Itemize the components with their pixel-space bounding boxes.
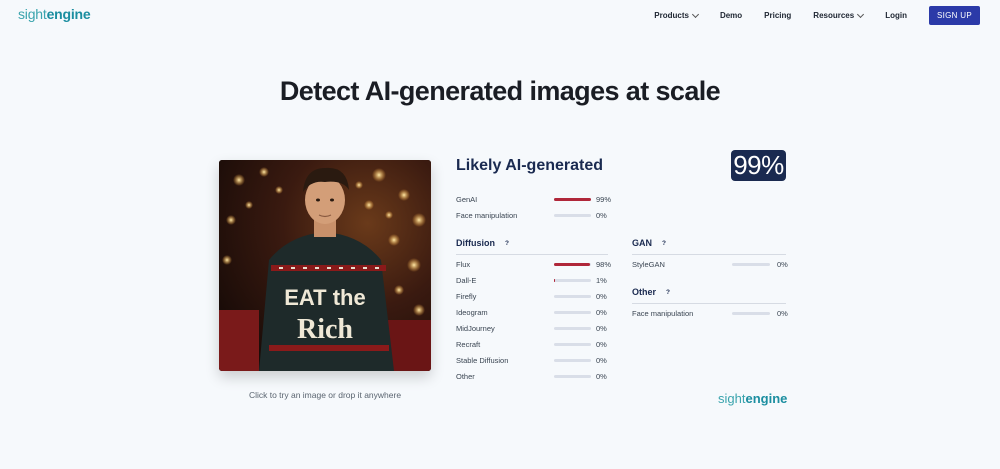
- score-bar: [732, 263, 770, 266]
- diffusion-row: MidJourney 0%: [456, 323, 616, 335]
- nav-resources-label: Resources: [813, 11, 855, 20]
- score-pct: 0%: [596, 324, 607, 333]
- top-nav: sightengine Products Demo Pricing Resour…: [0, 0, 1000, 30]
- nav-products[interactable]: Products: [654, 10, 699, 20]
- nav-products-label: Products: [654, 11, 689, 20]
- diffusion-label: Other: [456, 372, 475, 381]
- score-pct: 0%: [777, 260, 788, 269]
- other-row: Face manipulation 0%: [632, 308, 792, 320]
- diffusion-row: Other 0%: [456, 371, 616, 383]
- score-bar: [554, 198, 591, 201]
- diffusion-label: Ideogram: [456, 308, 488, 317]
- nav-pricing[interactable]: Pricing: [764, 11, 791, 20]
- score-bar: [554, 311, 591, 314]
- score-bar: [554, 375, 591, 378]
- dropzone-caption[interactable]: Click to try an image or drop it anywher…: [219, 390, 431, 400]
- help-icon[interactable]: ?: [505, 240, 509, 247]
- diffusion-row: Firefly 0%: [456, 291, 616, 303]
- section-other-title: Other: [632, 287, 657, 297]
- diffusion-label: Recraft: [456, 340, 481, 349]
- diffusion-row: Dall-E 1%: [456, 275, 616, 287]
- score-pct: 98%: [596, 260, 612, 269]
- score-bar: [554, 343, 591, 346]
- nav-demo[interactable]: Demo: [720, 11, 742, 20]
- diffusion-label: Flux: [456, 260, 471, 269]
- sightengine-logo[interactable]: sightengine: [18, 6, 91, 22]
- section-diffusion-title: Diffusion: [456, 238, 495, 248]
- summary-label: Face manipulation: [456, 211, 518, 220]
- summary-label: GenAI: [456, 195, 478, 204]
- score-pct: 0%: [777, 309, 788, 318]
- section-divider: [456, 254, 608, 255]
- result-title: Likely AI-generated: [456, 157, 604, 174]
- help-icon[interactable]: ?: [666, 289, 670, 296]
- diffusion-row: Flux 98%: [456, 259, 616, 271]
- score-bar: [732, 312, 770, 315]
- nav-resources[interactable]: Resources: [813, 10, 865, 20]
- section-other: Other ?: [632, 287, 670, 297]
- score-bar: [554, 295, 591, 298]
- score-pct: 0%: [596, 292, 607, 301]
- summary-row: GenAI 99%: [456, 194, 616, 206]
- diffusion-label: Dall-E: [456, 276, 477, 285]
- other-label: Face manipulation: [632, 309, 694, 318]
- section-divider: [632, 303, 786, 304]
- diffusion-label: Firefly: [456, 292, 477, 301]
- score-bar: [554, 279, 591, 282]
- logo-part-engine: engine: [745, 391, 788, 406]
- sweater-text-line2: Rich: [297, 314, 353, 345]
- page-title: Detect AI-generated images at scale: [279, 76, 721, 106]
- logo-part-sight: sight: [718, 391, 746, 406]
- logo-part-sight: sight: [18, 6, 47, 22]
- footer-logo[interactable]: sightengine: [718, 391, 787, 406]
- score-pct: 0%: [596, 211, 607, 220]
- score-bar: [554, 359, 591, 362]
- section-diffusion: Diffusion ?: [456, 238, 509, 248]
- diffusion-row: Recraft 0%: [456, 339, 616, 351]
- score-pct: 1%: [596, 276, 607, 285]
- demo-image: EAT the Rich: [219, 160, 431, 371]
- score-bar: [554, 214, 591, 217]
- score-pct: 0%: [596, 308, 607, 317]
- score-bar: [554, 263, 591, 266]
- score-pct: 0%: [596, 372, 607, 381]
- score-bar-fill: [554, 198, 591, 201]
- score-pct: 0%: [596, 356, 607, 365]
- section-gan: GAN ?: [632, 238, 666, 248]
- score-bar: [554, 327, 591, 330]
- score-pct: 0%: [596, 340, 607, 349]
- diffusion-label: Stable Diffusion: [456, 356, 509, 365]
- diffusion-row: Ideogram 0%: [456, 307, 616, 319]
- score-bar-fill: [554, 263, 591, 266]
- nav-login[interactable]: Login: [885, 11, 907, 20]
- score-pct: 99%: [596, 195, 612, 204]
- signup-button[interactable]: SIGN UP: [929, 6, 980, 25]
- logo-part-engine: engine: [46, 6, 91, 22]
- section-gan-title: GAN: [632, 238, 652, 248]
- summary-row: Face manipulation 0%: [456, 210, 616, 222]
- help-icon[interactable]: ?: [662, 240, 666, 247]
- diffusion-row: Stable Diffusion 0%: [456, 355, 616, 367]
- diffusion-label: MidJourney: [456, 324, 495, 333]
- score-badge: 99%: [731, 150, 786, 181]
- gan-row: StyleGAN 0%: [632, 259, 792, 271]
- gan-label: StyleGAN: [632, 260, 665, 269]
- nav-links: Products Demo Pricing Resources Login SI…: [632, 6, 980, 25]
- chevron-down-icon: [857, 10, 865, 18]
- sweater-text-line1: EAT the: [284, 285, 365, 310]
- section-divider: [632, 254, 786, 255]
- demo-image-dropzone[interactable]: EAT the Rich: [219, 160, 431, 371]
- chevron-down-icon: [691, 10, 699, 18]
